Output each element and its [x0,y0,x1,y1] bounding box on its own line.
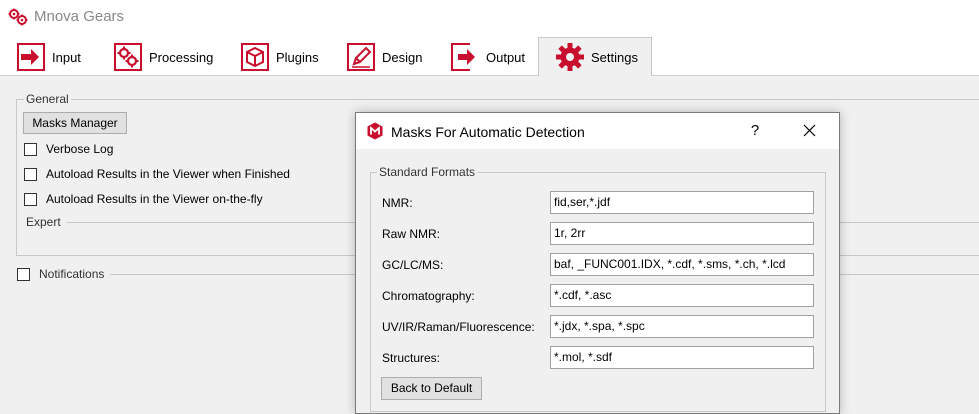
standard-formats-label: Standard Formats [377,165,478,179]
checkbox-label: Autoload Results in the Viewer on-the-fl… [46,192,263,206]
checkbox-label: Notifications [39,267,105,281]
gc-lc-ms-mask-input[interactable]: baf, _FUNC001.IDX, *.cdf, *.sms, *.ch, *… [550,253,814,276]
checkbox-label: Autoload Results in the Viewer when Fini… [46,167,290,181]
checkbox-label: Verbose Log [46,142,114,156]
tab-label: Plugins [276,49,319,65]
format-label: Structures: [382,351,441,365]
notifications-checkbox[interactable] [17,267,30,281]
help-button[interactable]: ? [748,122,762,139]
output-icon [451,43,475,71]
back-to-default-button[interactable]: Back to Default [381,377,482,400]
plugins-box-icon [241,43,269,71]
app-gears-icon [8,8,28,26]
verbose-log-checkbox-row[interactable]: Verbose Log [24,142,113,156]
design-pencil-icon [347,43,375,71]
tab-output[interactable]: Output [450,38,525,76]
structures-mask-input[interactable]: *.mol, *.sdf [550,346,814,369]
tab-settings[interactable]: Settings [538,37,652,76]
tab-plugins[interactable]: Plugins [240,38,319,76]
mnova-logo-icon [367,122,383,140]
autoload-finished-checkbox-row[interactable]: Autoload Results in the Viewer when Fini… [24,167,290,181]
title-bar: Mnova Gears [0,0,979,34]
autoload-on-the-fly-checkbox-row[interactable]: Autoload Results in the Viewer on-the-fl… [24,192,263,206]
chromatography-mask-input[interactable]: *.cdf, *.asc [550,284,814,307]
tab-label: Input [52,49,81,65]
autoload-finished-checkbox[interactable] [24,167,37,181]
autoload-on-the-fly-checkbox[interactable] [24,192,37,206]
dialog-body: Standard Formats NMR: fid,ser,*.jdf Raw … [356,149,839,413]
format-label: Raw NMR: [382,227,441,241]
tab-label: Design [382,49,423,65]
tab-label: Processing [149,49,214,65]
format-label: UV/IR/Raman/Fluorescence: [382,320,535,334]
expert-section-toggle[interactable]: Expert [24,215,63,229]
masks-dialog: Masks For Automatic Detection ? Standard… [355,112,840,414]
settings-gear-icon [556,43,584,71]
tab-input[interactable]: Input [16,38,81,76]
dialog-title: Masks For Automatic Detection [391,124,585,140]
input-icon [17,43,45,71]
tab-processing[interactable]: Processing [113,38,213,76]
nmr-mask-input[interactable]: fid,ser,*.jdf [550,191,814,214]
format-label: GC/LC/MS: [382,258,444,272]
uv-ir-mask-input[interactable]: *.jdx, *.spa, *.spc [550,315,814,338]
processing-gears-icon [114,43,142,71]
general-group-label: General [24,92,71,106]
app-title: Mnova Gears [34,8,125,25]
masks-manager-button[interactable]: Masks Manager [23,112,127,134]
notifications-checkbox-row[interactable]: Notifications [17,267,107,281]
format-label: NMR: [382,196,413,210]
tab-label: Output [486,49,526,65]
verbose-log-checkbox[interactable] [24,142,37,156]
tab-bar: Input Processing Plugins Design Output S… [0,34,979,76]
format-label: Chromatography: [382,289,475,303]
close-icon[interactable] [802,123,817,138]
tab-design[interactable]: Design [346,38,422,76]
raw-nmr-mask-input[interactable]: 1r, 2rr [550,222,814,245]
tab-label: Settings [591,49,638,65]
